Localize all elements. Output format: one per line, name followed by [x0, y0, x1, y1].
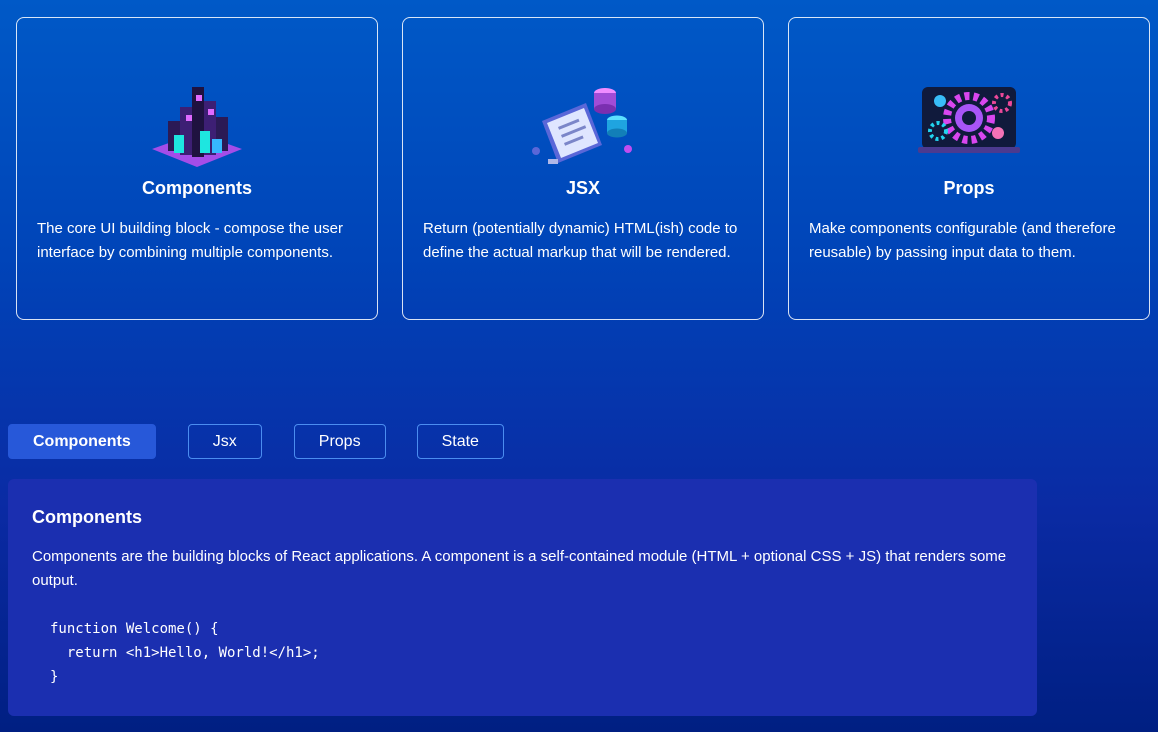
code-line: return <h1>Hello, World!</h1>; — [50, 645, 320, 661]
components-image — [142, 73, 252, 168]
concept-description: The core UI building block - compose the… — [37, 219, 343, 261]
concept-title: Props — [943, 177, 995, 198]
concept-description: Return (potentially dynamic) HTML(ish) c… — [423, 219, 738, 261]
concept-description: Make components configurable (and theref… — [809, 219, 1116, 261]
concept-title: JSX — [565, 177, 601, 198]
concept-title: Components — [142, 177, 252, 198]
tab-props[interactable]: Props — [293, 424, 386, 459]
tab-content-title: Components — [32, 507, 142, 527]
concepts-section: Components The core UI building block - … — [16, 17, 1150, 320]
tab-jsx[interactable]: Jsx — [187, 424, 262, 459]
tab-components[interactable]: Components — [8, 424, 156, 459]
tab-bar: Components Jsx Props State — [8, 424, 504, 459]
concept-card-jsx: JSX Return (potentially dynamic) HTML(is… — [402, 17, 764, 320]
tab-state[interactable]: State — [416, 424, 504, 459]
props-image — [914, 73, 1024, 168]
jsx-image — [528, 73, 638, 168]
tab-content-panel: Components Components are the building b… — [8, 479, 1037, 716]
code-block: function Welcome() { return <h1>Hello, W… — [50, 617, 1013, 689]
concept-card-props: Props Make components configurable (and … — [788, 17, 1150, 320]
code-line: function Welcome() { — [50, 621, 219, 637]
code-line: } — [50, 669, 59, 685]
tab-content-description: Components are the building blocks of Re… — [32, 548, 1007, 589]
concept-card-components: Components The core UI building block - … — [16, 17, 378, 320]
